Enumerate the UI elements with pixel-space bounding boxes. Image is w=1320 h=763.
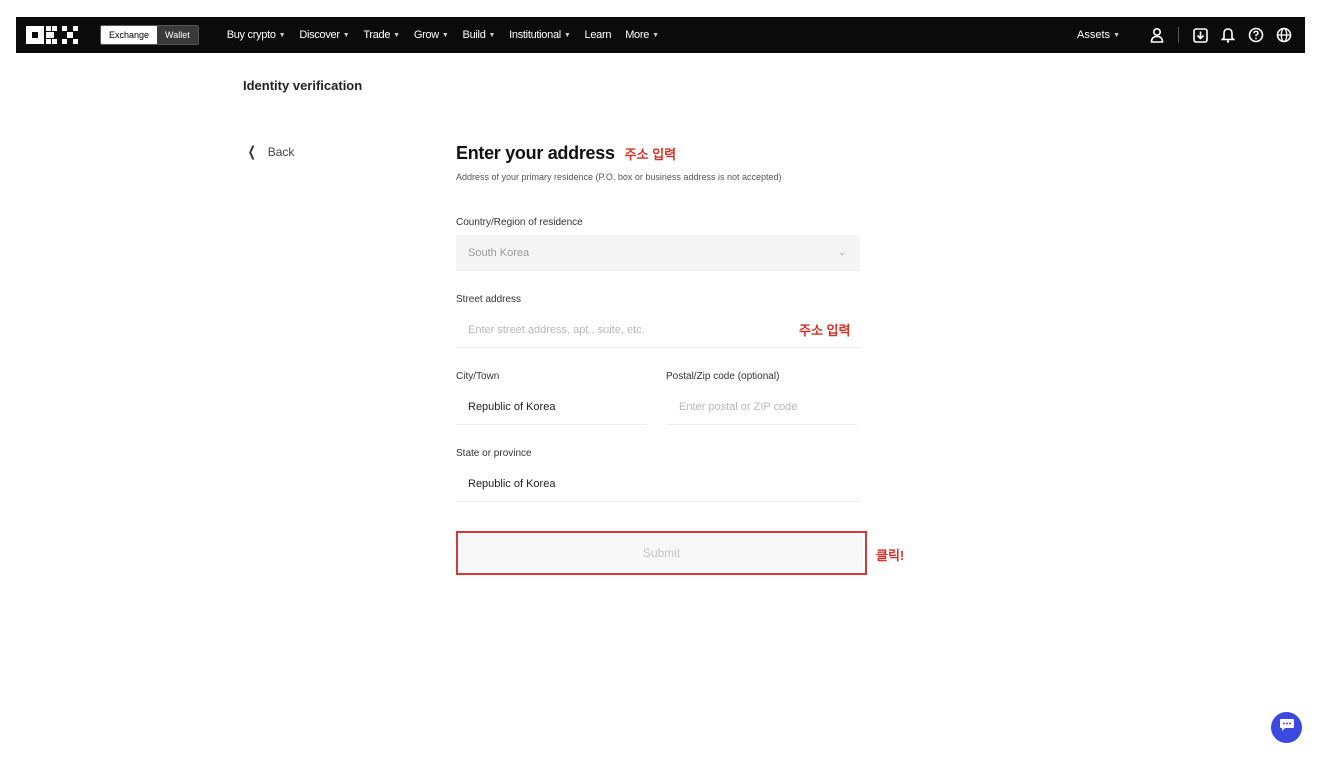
state-label: State or province (456, 448, 532, 459)
exchange-tab[interactable]: Exchange (101, 26, 158, 44)
chevron-down-icon: ▼ (441, 31, 449, 39)
nav-right-group: Assets ▼ (1077, 17, 1293, 53)
submit-button[interactable]: Submit (456, 531, 867, 575)
nav-item-label: Build (462, 29, 486, 41)
street-label: Street address (456, 294, 522, 305)
postal-placeholder: Enter postal or ZIP code (679, 400, 798, 413)
chevron-down-icon: ▼ (488, 31, 496, 39)
address-form: Enter your address 주소 입력 Address of your… (456, 143, 868, 182)
nav-item-grow[interactable]: Grow ▼ (414, 29, 449, 41)
main-nav: Buy crypto ▼ Discover ▼ Trade ▼ Grow ▼ Build… (227, 29, 673, 41)
form-heading: Enter your address (456, 143, 615, 163)
chevron-down-icon: ▼ (1113, 31, 1120, 39)
form-heading-row: Enter your address 주소 입력 (456, 143, 868, 164)
nav-item-build[interactable]: Build ▼ (463, 29, 496, 41)
street-annotation: 주소 입력 (799, 323, 851, 338)
nav-item-label: Grow (413, 29, 439, 41)
heading-annotation: 주소 입력 (624, 147, 677, 162)
chevron-left-icon: ❮ (247, 143, 256, 159)
bell-icon[interactable] (1219, 26, 1237, 44)
nav-item-label: Institutional (509, 29, 561, 41)
globe-icon[interactable] (1275, 26, 1293, 44)
chevron-down-icon: ⌄ (838, 247, 846, 257)
chevron-down-icon: ▼ (393, 31, 400, 39)
chevron-down-icon: ▼ (278, 31, 286, 39)
help-icon[interactable] (1247, 26, 1265, 44)
city-value: Republic of Korea (468, 400, 556, 413)
postal-label: Postal/Zip code (optional) (666, 371, 780, 382)
nav-item-more[interactable]: More ▼ (625, 29, 659, 41)
state-value: Republic of Korea (468, 477, 556, 490)
form-subtitle: Address of your primary residence (P.O. … (456, 172, 782, 182)
chat-icon (1279, 718, 1295, 737)
exchange-wallet-toggle: Exchange Wallet (100, 25, 199, 45)
nav-item-label: Discover (299, 29, 340, 41)
chevron-down-icon: ▼ (342, 31, 350, 39)
nav-divider (1178, 27, 1179, 43)
nav-item-label: Trade (363, 29, 391, 41)
assets-label: Assets (1077, 29, 1111, 41)
top-nav-bar: Exchange Wallet Buy crypto ▼ Discover ▼ Tr… (16, 17, 1305, 53)
user-icon[interactable] (1148, 26, 1166, 44)
nav-item-label: Learn (584, 29, 612, 41)
nav-item-discover[interactable]: Discover ▼ (299, 29, 349, 41)
nav-item-label: More (625, 29, 650, 41)
city-label: City/Town (456, 371, 500, 382)
page-title: Identity verification (243, 78, 363, 93)
download-icon[interactable] (1191, 26, 1209, 44)
country-label: Country/Region of residence (456, 217, 583, 228)
street-placeholder: Enter street address, apt., suite, etc. (468, 323, 645, 336)
country-value: South Korea (468, 246, 530, 259)
postal-code-input[interactable]: Enter postal or ZIP code (667, 389, 857, 425)
chat-support-button[interactable] (1271, 712, 1302, 743)
wallet-tab[interactable]: Wallet (157, 26, 198, 44)
okx-logo[interactable] (26, 25, 84, 45)
chevron-down-icon: ▼ (563, 31, 571, 39)
back-label: Back (267, 144, 295, 159)
state-input[interactable]: Republic of Korea (456, 466, 860, 502)
nav-item-label: Buy crypto (226, 29, 276, 41)
submit-annotation: 클릭! (876, 548, 905, 563)
nav-item-institutional[interactable]: Institutional ▼ (509, 29, 571, 41)
nav-item-trade[interactable]: Trade ▼ (363, 29, 400, 41)
nav-item-buy-crypto[interactable]: Buy crypto ▼ (227, 29, 286, 41)
back-button[interactable]: ❮ Back (246, 143, 295, 160)
submit-label: Submit (642, 546, 681, 560)
assets-menu[interactable]: Assets ▼ (1077, 29, 1120, 41)
page: Exchange Wallet Buy crypto ▼ Discover ▼ Tr… (0, 0, 1320, 763)
city-input[interactable]: Republic of Korea (456, 389, 647, 425)
nav-item-learn[interactable]: Learn (585, 29, 612, 41)
chevron-down-icon: ▼ (652, 31, 659, 39)
country-select[interactable]: South Korea ⌄ (456, 235, 860, 271)
